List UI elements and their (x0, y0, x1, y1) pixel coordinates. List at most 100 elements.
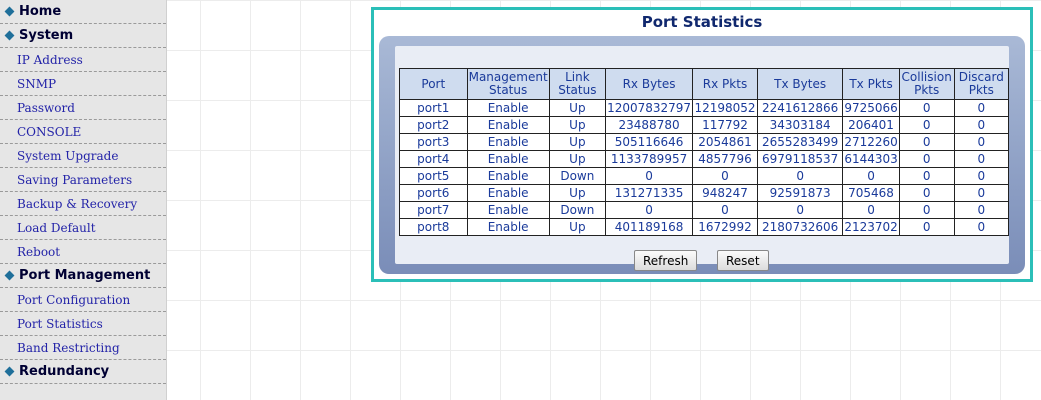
cell-rx-bytes: 401189168 (605, 218, 694, 236)
table-row: port7 Enable Down 0 0 0 0 0 0 (399, 201, 1010, 219)
cell-tx-pkts: 206401 (842, 116, 900, 134)
port-statistics-table: Port Management Status Link Status Rx By… (399, 68, 1010, 236)
nav-category-redundancy[interactable]: Redundancy (0, 360, 166, 384)
nav-item-port-configuration[interactable]: Port Configuration (0, 288, 166, 312)
cell-rx-bytes: 23488780 (605, 116, 694, 134)
cell-management-status: Enable (466, 99, 550, 117)
column-header-collision-pkts: Collision Pkts (898, 68, 955, 100)
column-header-rx-bytes: Rx Bytes (605, 68, 694, 100)
cell-rx-pkts: 0 (692, 201, 758, 219)
nav-item-label: Reboot (17, 244, 61, 259)
table-row: port3 Enable Up 505116646 2054861 2655283499 2… (399, 133, 1010, 151)
cell-rx-pkts: 12198052 (692, 99, 758, 117)
nav-item-label: Port Management (19, 268, 151, 283)
page-title: Port Statistics (641, 13, 763, 31)
cell-discard-pkts: 0 (953, 218, 1010, 236)
nav-item-port-statistics[interactable]: Port Statistics (0, 312, 166, 336)
cell-tx-bytes: 0 (756, 201, 844, 219)
nav-item-label: Port Statistics (17, 316, 103, 331)
nav-category-home[interactable]: Home (0, 0, 166, 24)
nav-item-label: System Upgrade (17, 148, 119, 163)
cell-tx-pkts: 0 (842, 201, 900, 219)
cell-discard-pkts: 0 (953, 133, 1010, 151)
cell-discard-pkts: 0 (953, 99, 1010, 117)
cell-rx-pkts: 4857796 (692, 150, 758, 168)
panel-frame: Port Management Status Link Status Rx By… (379, 36, 1025, 274)
nav-item-label: CONSOLE (17, 124, 82, 139)
cell-management-status: Enable (466, 116, 550, 134)
cell-collision-pkts: 0 (898, 116, 955, 134)
cell-discard-pkts: 0 (953, 116, 1010, 134)
nav-item-label: Backup & Recovery (17, 196, 138, 211)
nav-item-label: Saving Parameters (17, 172, 133, 187)
table-row: port6 Enable Up 131271335 948247 92591873 7054… (399, 184, 1010, 202)
cell-management-status: Enable (466, 184, 550, 202)
nav-item-password[interactable]: Password (0, 96, 166, 120)
cell-rx-bytes: 505116646 (605, 133, 694, 151)
cell-port: port7 (399, 201, 468, 219)
nav-item-snmp[interactable]: SNMP (0, 72, 166, 96)
diamond-icon (4, 6, 15, 17)
cell-rx-bytes: 12007832797 (605, 99, 694, 117)
cell-collision-pkts: 0 (898, 184, 955, 202)
column-header-management-status: Management Status (466, 68, 550, 100)
nav-category-system[interactable]: System (0, 24, 166, 48)
port-statistics-panel: Port Statistics Port Management Status L… (371, 7, 1033, 282)
reset-button[interactable]: Reset (717, 250, 769, 271)
nav-item-label: IP Address (17, 52, 83, 67)
nav-item-system-upgrade[interactable]: System Upgrade (0, 144, 166, 168)
cell-link-status: Down (548, 201, 607, 219)
diamond-icon (4, 270, 15, 281)
refresh-button[interactable]: Refresh (634, 250, 698, 271)
cell-rx-pkts: 1672992 (692, 218, 758, 236)
cell-port: port8 (399, 218, 468, 236)
nav-item-label: Password (17, 100, 75, 115)
cell-management-status: Enable (466, 150, 550, 168)
table-row: port1 Enable Up 12007832797 12198052 22416128… (399, 99, 1010, 117)
cell-tx-bytes: 34303184 (756, 116, 844, 134)
cell-discard-pkts: 0 (953, 167, 1010, 185)
cell-tx-pkts: 9725066 (842, 99, 900, 117)
cell-rx-bytes: 1133789957 (605, 150, 694, 168)
diamond-icon (4, 366, 15, 377)
table-row: port5 Enable Down 0 0 0 0 0 0 (399, 167, 1010, 185)
cell-link-status: Down (548, 167, 607, 185)
cell-rx-pkts: 117792 (692, 116, 758, 134)
cell-management-status: Enable (466, 167, 550, 185)
nav-item-saving-parameters[interactable]: Saving Parameters (0, 168, 166, 192)
cell-link-status: Up (548, 99, 607, 117)
cell-tx-pkts: 6144303 (842, 150, 900, 168)
cell-link-status: Up (548, 218, 607, 236)
cell-tx-bytes: 6979118537 (756, 150, 844, 168)
cell-rx-pkts: 2054861 (692, 133, 758, 151)
cell-tx-bytes: 2655283499 (756, 133, 844, 151)
nav-item-band-restricting[interactable]: Band Restricting (0, 336, 166, 360)
nav-item-label: Band Restricting (17, 340, 120, 355)
cell-collision-pkts: 0 (898, 201, 955, 219)
nav-item-ip-address[interactable]: IP Address (0, 48, 166, 72)
cell-discard-pkts: 0 (953, 201, 1010, 219)
nav-category-port-management[interactable]: Port Management (0, 264, 166, 288)
cell-collision-pkts: 0 (898, 150, 955, 168)
nav-item-load-default[interactable]: Load Default (0, 216, 166, 240)
nav-item-console[interactable]: CONSOLE (0, 120, 166, 144)
cell-rx-pkts: 948247 (692, 184, 758, 202)
cell-collision-pkts: 0 (898, 218, 955, 236)
cell-collision-pkts: 0 (898, 99, 955, 117)
cell-link-status: Up (548, 116, 607, 134)
cell-tx-pkts: 0 (842, 167, 900, 185)
nav-item-label: Redundancy (19, 364, 110, 379)
cell-port: port1 (399, 99, 468, 117)
nav-item-reboot[interactable]: Reboot (0, 240, 166, 264)
table-header-row: Port Management Status Link Status Rx By… (399, 68, 1010, 100)
column-header-rx-pkts: Rx Pkts (692, 68, 758, 100)
sidebar-nav: Home System IP Address SNMP Password CON… (0, 0, 167, 400)
cell-port: port4 (399, 150, 468, 168)
nav-item-label: Port Configuration (17, 292, 131, 307)
nav-item-backup-recovery[interactable]: Backup & Recovery (0, 192, 166, 216)
cell-tx-bytes: 2241612866 (756, 99, 844, 117)
panel-frame-inner: Port Management Status Link Status Rx By… (395, 46, 1010, 271)
cell-rx-bytes: 0 (605, 201, 694, 219)
table-row: port4 Enable Up 1133789957 4857796 6979118537… (399, 150, 1010, 168)
nav-item-label: SNMP (17, 76, 57, 91)
